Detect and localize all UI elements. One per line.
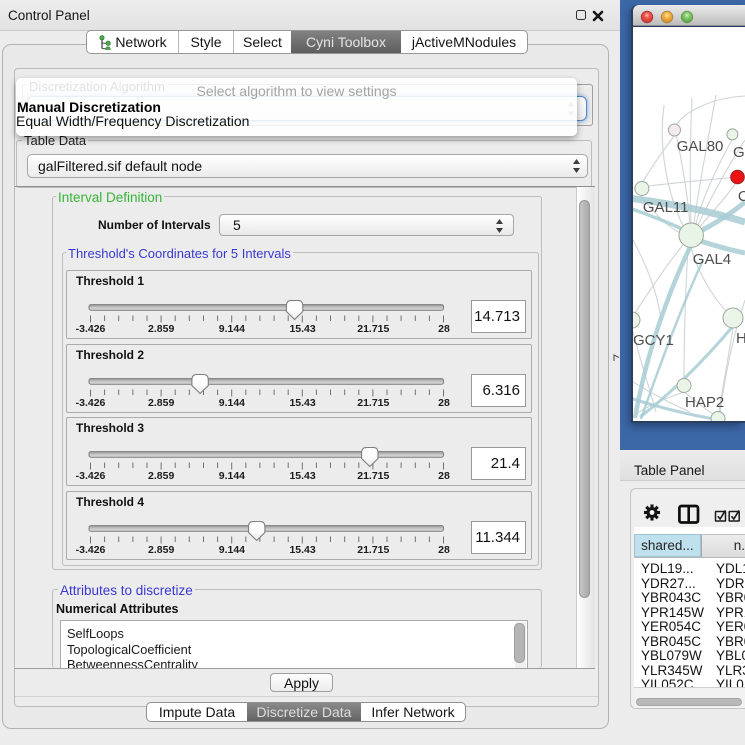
svg-text:GCY1: GCY1 xyxy=(633,332,674,349)
svg-text:21.715: 21.715 xyxy=(357,323,389,335)
svg-text:15.43: 15.43 xyxy=(289,544,315,556)
svg-text:GAL11: GAL11 xyxy=(643,199,689,216)
svg-text:GAL4: GAL4 xyxy=(693,251,731,268)
svg-text:9.144: 9.144 xyxy=(219,470,245,482)
svg-text:-3.426: -3.426 xyxy=(76,397,106,409)
svg-text:G.: G. xyxy=(733,144,745,161)
svg-text:9.144: 9.144 xyxy=(219,323,245,335)
svg-text:C: C xyxy=(738,188,745,205)
svg-text:9.144: 9.144 xyxy=(219,544,245,556)
svg-text:H: H xyxy=(736,330,745,347)
svg-text:2.859: 2.859 xyxy=(148,397,174,409)
svg-text:28: 28 xyxy=(438,470,450,482)
svg-text:15.43: 15.43 xyxy=(289,323,315,335)
svg-text:2.859: 2.859 xyxy=(148,323,174,335)
svg-text:2.859: 2.859 xyxy=(148,470,174,482)
svg-text:-3.426: -3.426 xyxy=(76,323,106,335)
svg-text:21.715: 21.715 xyxy=(357,470,389,482)
svg-text:28: 28 xyxy=(438,397,450,409)
svg-text:-3.426: -3.426 xyxy=(76,470,106,482)
svg-text:HAP2: HAP2 xyxy=(685,394,724,411)
svg-text:-3.426: -3.426 xyxy=(76,544,106,556)
svg-text:GAL80: GAL80 xyxy=(677,138,724,155)
svg-text:15.43: 15.43 xyxy=(289,397,315,409)
svg-text:15.43: 15.43 xyxy=(289,470,315,482)
svg-text:2.859: 2.859 xyxy=(148,544,174,556)
svg-text:28: 28 xyxy=(438,323,450,335)
svg-text:9.144: 9.144 xyxy=(219,397,245,409)
svg-text:28: 28 xyxy=(438,544,450,556)
svg-text:21.715: 21.715 xyxy=(357,544,389,556)
svg-text:21.715: 21.715 xyxy=(357,397,389,409)
